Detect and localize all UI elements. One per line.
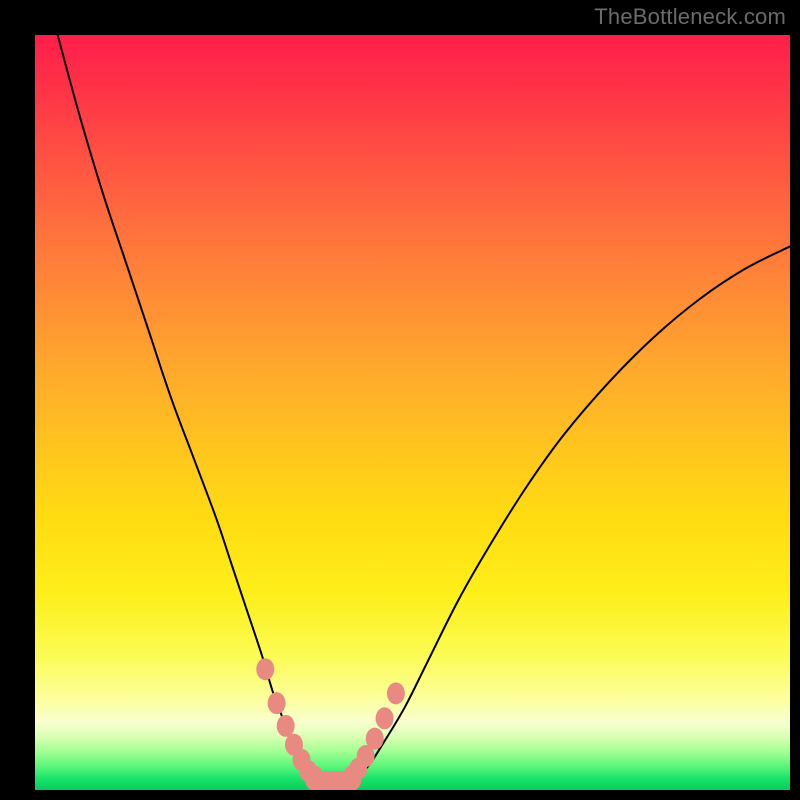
plot-gradient-area bbox=[35, 35, 790, 790]
watermark-text: TheBottleneck.com bbox=[594, 4, 786, 30]
outer-frame: TheBottleneck.com bbox=[0, 0, 800, 800]
